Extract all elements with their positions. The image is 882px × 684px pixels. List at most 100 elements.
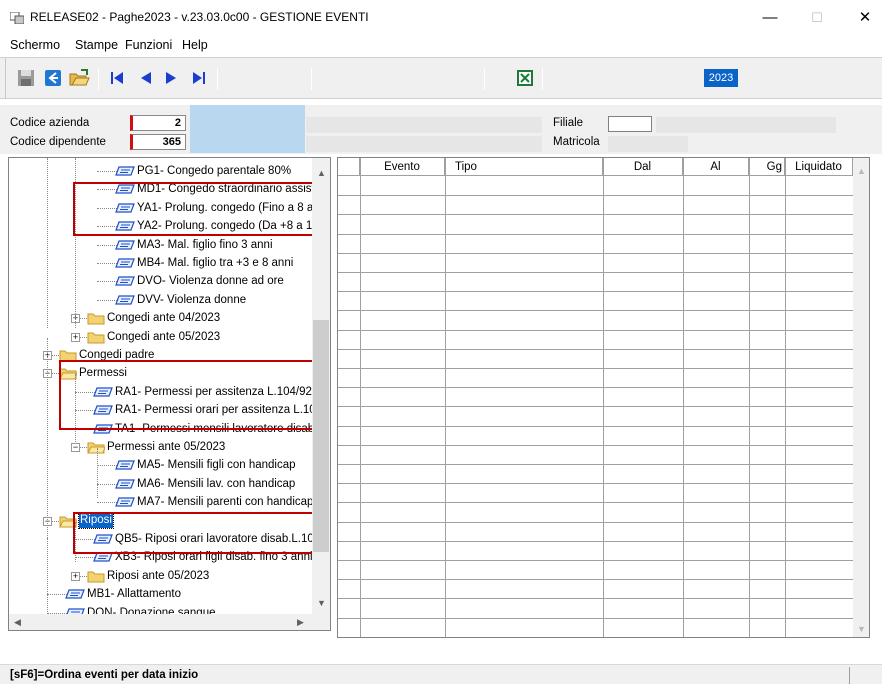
maximize-button[interactable]: ☐ <box>802 8 832 28</box>
tree-node-label: MA3- Mal. figlio fino 3 anni <box>137 238 273 251</box>
grid-row-header <box>338 158 360 176</box>
table-row <box>338 252 853 254</box>
toolbar-separator <box>311 68 312 90</box>
event-icon <box>65 589 85 599</box>
scroll-down-icon[interactable]: ▼ <box>317 598 326 608</box>
toolbar-grip <box>0 58 6 98</box>
tree-node-label: Congedi ante 04/2023 <box>107 312 221 325</box>
branch-field[interactable] <box>608 116 652 132</box>
highlight-box <box>73 512 330 554</box>
event-icon <box>115 497 135 507</box>
table-row <box>338 348 853 350</box>
table-row <box>338 310 853 312</box>
previous-record-icon[interactable] <box>135 67 157 89</box>
table-row <box>338 617 853 619</box>
last-record-icon[interactable] <box>188 67 210 89</box>
next-record-icon[interactable] <box>160 67 182 89</box>
tree-folder-riposi-ante-05-2023[interactable]: + Riposi ante 05/2023 <box>9 567 309 585</box>
table-row <box>338 368 853 369</box>
table-row <box>338 636 853 637</box>
grid-column-divider <box>603 158 604 637</box>
event-icon <box>115 295 135 305</box>
employee-code-field[interactable]: 365 <box>130 134 186 150</box>
scroll-down-icon[interactable]: ▼ <box>857 624 866 634</box>
tree-folder-permessi-ante-05-2023[interactable]: − Permessi ante 05/2023 <box>9 438 309 456</box>
table-row <box>338 195 853 197</box>
save-icon[interactable] <box>15 67 37 89</box>
folder-icon <box>87 313 105 325</box>
tree-connector <box>47 594 67 596</box>
tree-item-ma5-mensili-figli-con-handicap[interactable]: MA5- Mensili figli con handicap <box>9 456 309 474</box>
company-label: Codice azienda <box>10 117 90 129</box>
tree-item-ma3-mal-figlio-fino-3-anni[interactable]: MA3- Mal. figlio fino 3 anni <box>9 236 309 254</box>
open-folder-icon[interactable] <box>68 67 90 89</box>
tree-item-mb4-mal-figlio-tra-3-e-8-anni[interactable]: MB4- Mal. figlio tra +3 e 8 anni <box>9 254 309 272</box>
grid-vertical-scrollbar[interactable]: ▲ ▼ <box>853 158 869 637</box>
excel-icon[interactable] <box>514 67 536 89</box>
tree-node-label: PG1- Congedo parentale 80% <box>137 165 292 177</box>
column-al[interactable]: Al <box>683 158 749 176</box>
branch-label: Filiale <box>553 117 584 129</box>
menu-schermo[interactable]: Schermo <box>10 38 60 52</box>
scroll-up-icon[interactable]: ▲ <box>857 166 866 176</box>
table-row <box>338 521 853 523</box>
menu-help[interactable]: Help <box>182 38 208 52</box>
table-row <box>338 444 853 446</box>
tree-item-pg1-congedo-parentale-80[interactable]: PG1- Congedo parentale 80% <box>9 162 309 180</box>
scroll-right-icon[interactable]: ▶ <box>297 617 304 628</box>
close-button[interactable]: ✕ <box>850 8 880 28</box>
tree-item-ma6-mensili-lav-con-handicap[interactable]: MA6- Mensili lav. con handicap <box>9 475 309 493</box>
employee-name-field <box>306 136 542 152</box>
menu-bar: Schermo Stampe Funzioni Help <box>0 34 882 56</box>
tree-folder-congedi-ante-04-2023[interactable]: + Congedi ante 04/2023 <box>9 309 309 327</box>
expand-icon[interactable]: + <box>71 571 80 581</box>
table-row <box>338 502 853 504</box>
status-divider <box>849 667 850 684</box>
tree-connector <box>97 281 117 283</box>
table-row <box>338 540 853 542</box>
year-indicator[interactable]: 2023 <box>704 69 738 87</box>
column-evento[interactable]: Evento <box>360 158 445 176</box>
minimize-button[interactable]: — <box>755 8 785 28</box>
tree-item-dvo-violenza-donne-ad-ore[interactable]: DVO- Violenza donne ad ore <box>9 272 309 290</box>
tree-connector <box>97 263 117 264</box>
events-grid[interactable]: Evento Tipo Dal Al Gg Liquidato ▲ ▼ <box>337 157 870 638</box>
tree-connector <box>75 557 95 559</box>
menu-funzioni[interactable]: Funzioni <box>125 38 172 52</box>
badge-label: Matricola <box>553 136 600 148</box>
column-dal[interactable]: Dal <box>603 158 683 176</box>
company-code-field[interactable]: 2 <box>130 115 186 131</box>
grid-column-divider <box>445 158 446 637</box>
event-icon <box>115 258 135 268</box>
tree-item-ma7-mensili-parenti-con-handic[interactable]: MA7- Mensili parenti con handicap <box>9 493 313 511</box>
column-tipo[interactable]: Tipo <box>445 158 603 176</box>
folder-icon <box>87 332 105 344</box>
column-gg[interactable]: Gg <box>749 158 785 176</box>
branch-name-field <box>656 117 836 133</box>
grid-column-divider <box>360 158 361 637</box>
tree-node-label: Riposi ante 05/2023 <box>107 569 210 582</box>
tree-horizontal-scrollbar[interactable] <box>9 614 312 630</box>
table-row <box>338 406 853 408</box>
back-icon[interactable] <box>42 67 64 89</box>
status-text: [sF6]=Ordina eventi per data inizio <box>10 669 199 681</box>
tree-folder-congedi-ante-05-2023[interactable]: + Congedi ante 05/2023 <box>9 328 309 346</box>
tree-item-mb1-allattamento[interactable]: MB1- Allattamento <box>9 585 309 603</box>
status-bar: [sF6]=Ordina eventi per data inizio <box>0 664 882 684</box>
event-tree[interactable]: PG1- Congedo parentale 80% MD1- Congedo s… <box>8 157 331 631</box>
collapse-icon[interactable]: − <box>71 443 80 452</box>
menu-stampe[interactable]: Stampe <box>75 38 118 52</box>
column-liquidato[interactable]: Liquidato <box>785 158 853 176</box>
tree-scroll-thumb[interactable] <box>313 320 329 552</box>
scroll-left-icon[interactable]: ◀ <box>14 617 21 628</box>
grid-column-divider <box>785 158 786 637</box>
first-record-icon[interactable] <box>106 67 128 89</box>
tree-node-label: MA5- Mensili figli con handicap <box>137 459 296 472</box>
expand-icon[interactable]: + <box>71 332 80 342</box>
scroll-up-icon[interactable]: ▲ <box>317 168 326 178</box>
toolbar-separator <box>542 68 543 90</box>
tree-node-label: MB4- Mal. figlio tra +3 e 8 anni <box>137 257 294 269</box>
tree-item-dvv-violenza-donne[interactable]: DVV- Violenza donne <box>9 291 309 309</box>
app-icon <box>10 12 24 24</box>
table-row <box>338 425 853 427</box>
